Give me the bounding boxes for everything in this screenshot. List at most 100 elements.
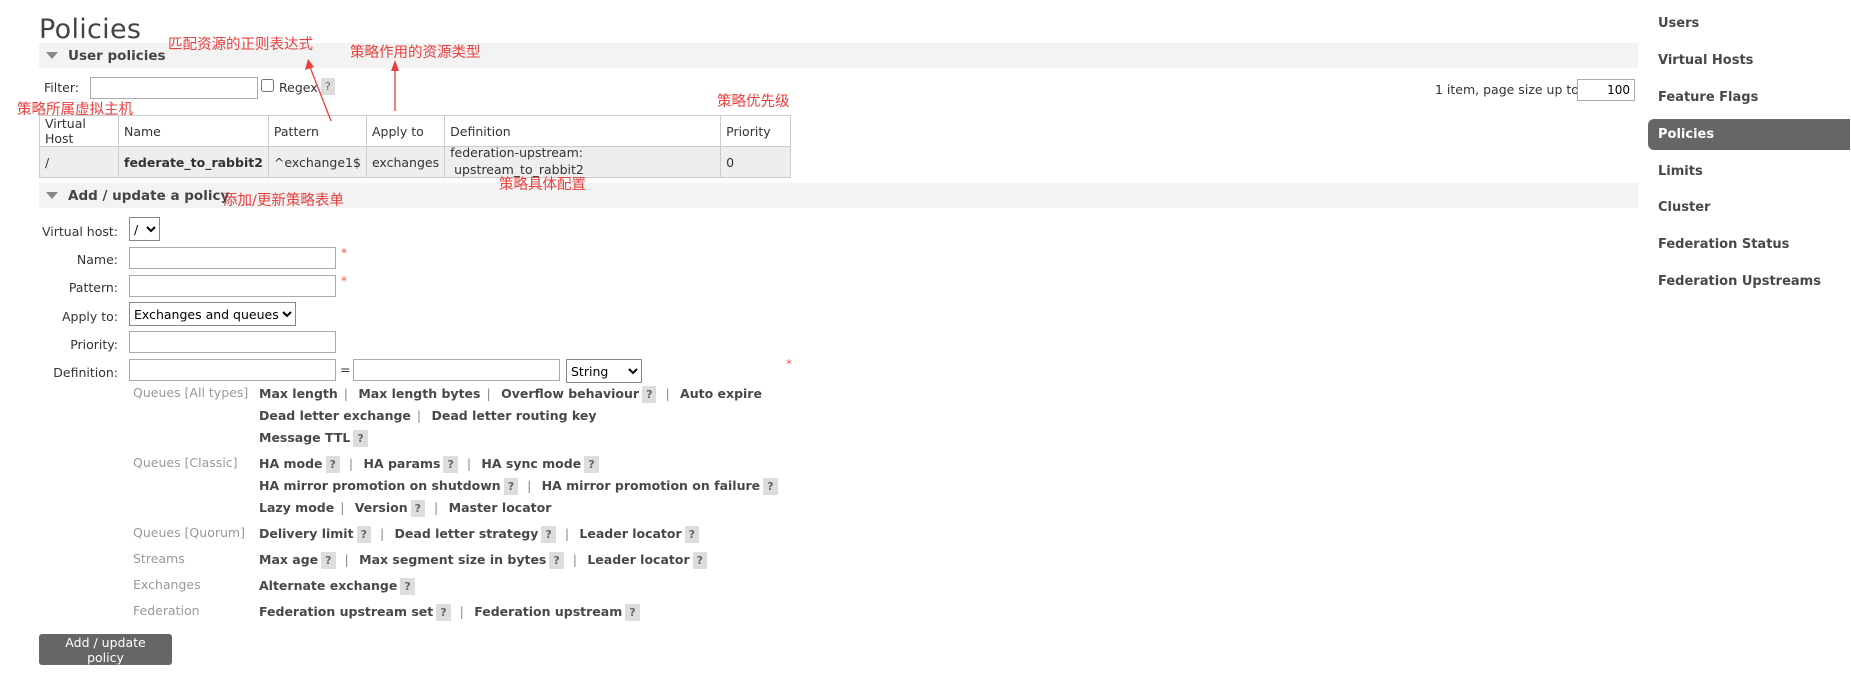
col-virtual-host: Virtual Host (39, 115, 119, 147)
help-icon[interactable]: ? (584, 456, 599, 473)
options-exchanges: Alternate exchange? (259, 578, 418, 595)
col-name: Name (118, 115, 269, 147)
options-queues-classic-line1: HA mode? | HA params? | HA sync mode? (259, 456, 602, 473)
opt-dead-letter-strategy[interactable]: Dead letter strategy (395, 526, 539, 541)
opt-max-age[interactable]: Max age (259, 552, 318, 567)
help-icon[interactable]: ? (503, 478, 519, 495)
opt-ha-mode[interactable]: HA mode (259, 456, 323, 471)
col-priority: Priority (720, 115, 792, 147)
policies-table: Virtual Host Name Pattern Apply to Defin… (39, 115, 792, 178)
opt-federation-upstream[interactable]: Federation upstream (474, 604, 622, 619)
opt-ha-mirror-shutdown[interactable]: HA mirror promotion on shutdown (259, 478, 501, 493)
nav-item-cluster[interactable]: Cluster (1648, 192, 1850, 223)
annotation-arrows (305, 59, 399, 122)
group-exchanges: Exchanges (133, 577, 201, 592)
opt-overflow-behaviour[interactable]: Overflow behaviour (501, 386, 639, 401)
options-queues-classic-line2: HA mirror promotion on shutdown? | HA mir… (259, 478, 781, 495)
help-icon[interactable]: ? (443, 456, 458, 473)
cell-apply-to: exchanges (365, 146, 446, 178)
nav-item-virtual-hosts[interactable]: Virtual Hosts (1648, 45, 1850, 76)
opt-max-length-bytes[interactable]: Max length bytes (358, 386, 480, 401)
definition-key: federation-upstream: (450, 145, 583, 160)
opt-leader-locator[interactable]: Leader locator (579, 526, 681, 541)
options-queues-all-line2: Dead letter exchange | Dead letter routin… (259, 408, 597, 423)
filter-label: Filter: (44, 80, 79, 95)
help-icon[interactable]: ? (400, 578, 415, 595)
opt-ha-params[interactable]: HA params (364, 456, 441, 471)
group-queues-classic: Queues [Classic] (133, 455, 238, 470)
add-update-policy-button[interactable]: Add / update policy (39, 634, 172, 665)
options-queues-all-line1: Max length | Max length bytes | Overflow b… (259, 386, 762, 403)
pattern-required-marker: * (341, 274, 347, 288)
help-icon[interactable]: ? (763, 478, 778, 495)
priority-input[interactable] (129, 331, 336, 353)
opt-alternate-exchange[interactable]: Alternate exchange (259, 578, 397, 593)
nav-item-users[interactable]: Users (1648, 8, 1850, 39)
col-definition: Definition (444, 115, 722, 147)
nav-item-limits[interactable]: Limits (1648, 156, 1850, 187)
definition-label: Definition: (53, 365, 118, 380)
opt-max-segment-size[interactable]: Max segment size in bytes (359, 552, 546, 567)
help-icon[interactable]: ? (625, 604, 640, 621)
help-icon[interactable]: ? (541, 526, 556, 543)
annotation-definition: 策略具体配置 (499, 177, 586, 193)
nav-item-feature-flags[interactable]: Feature Flags (1648, 82, 1850, 113)
help-icon[interactable]: ? (325, 456, 340, 473)
opt-dead-letter-exchange[interactable]: Dead letter exchange (259, 408, 411, 423)
pattern-input[interactable] (129, 275, 336, 297)
pattern-label: Pattern: (68, 280, 118, 295)
page-title: Policies (39, 14, 142, 45)
group-queues-quorum: Queues [Quorum] (133, 525, 245, 540)
annotation-form: 添加/更新策略表单 (223, 193, 344, 209)
help-icon[interactable]: ? (684, 526, 700, 543)
help-icon[interactable]: ? (321, 552, 336, 569)
help-icon[interactable]: ? (353, 430, 368, 447)
opt-stream-leader-locator[interactable]: Leader locator (587, 552, 689, 567)
opt-max-length[interactable]: Max length (259, 386, 338, 401)
name-label: Name: (76, 252, 118, 267)
definition-key-input[interactable] (129, 359, 336, 381)
group-federation: Federation (133, 603, 200, 618)
options-streams: Max age? | Max segment size in bytes? | Le… (259, 552, 710, 569)
definition-required-marker: * (786, 357, 792, 371)
name-input[interactable] (129, 247, 336, 269)
collapse-triangle-icon (46, 192, 58, 199)
priority-label: Priority: (70, 337, 118, 352)
help-icon[interactable]: ? (410, 500, 426, 517)
nav-item-federation-upstreams[interactable]: Federation Upstreams (1648, 266, 1850, 297)
annotation-regex: 匹配资源的正则表达式 (168, 37, 313, 53)
table-header-row: Virtual Host Name Pattern Apply to Defin… (39, 115, 792, 147)
opt-master-locator[interactable]: Master locator (449, 500, 552, 515)
add-policy-title: Add / update a policy (68, 187, 230, 204)
opt-version[interactable]: Version (355, 500, 408, 515)
page-size-input[interactable] (1577, 79, 1635, 101)
help-icon[interactable]: ? (642, 386, 657, 403)
opt-dead-letter-routing-key[interactable]: Dead letter routing key (431, 408, 596, 423)
opt-auto-expire[interactable]: Auto expire (680, 386, 762, 401)
filter-input[interactable] (90, 77, 258, 99)
opt-message-ttl[interactable]: Message TTL (259, 430, 350, 445)
help-icon[interactable]: ? (356, 526, 371, 543)
nav-item-federation-status[interactable]: Federation Status (1648, 229, 1850, 260)
nav-item-policies[interactable]: Policies (1648, 119, 1850, 150)
policy-name-link[interactable]: federate_to_rabbit2 (124, 155, 263, 170)
opt-lazy-mode[interactable]: Lazy mode (259, 500, 334, 515)
definition-type-select[interactable]: String (566, 359, 642, 383)
options-federation: Federation upstream set? | Federation ups… (259, 604, 643, 621)
apply-to-select[interactable]: Exchanges and queues (129, 302, 296, 326)
table-row[interactable]: / federate_to_rabbit2 ^exchange1$ exchan… (39, 145, 792, 178)
apply-to-label: Apply to: (61, 309, 118, 324)
opt-ha-sync-mode[interactable]: HA sync mode (481, 456, 581, 471)
help-icon[interactable]: ? (692, 552, 707, 569)
opt-delivery-limit[interactable]: Delivery limit (259, 526, 354, 541)
help-icon[interactable]: ? (436, 604, 451, 621)
user-policies-title: User policies (68, 47, 166, 64)
definition-value-input[interactable] (353, 359, 560, 381)
regex-checkbox[interactable] (261, 79, 274, 92)
cell-vhost: / (39, 146, 119, 178)
cell-policy-name[interactable]: federate_to_rabbit2 (118, 146, 269, 178)
virtual-host-select[interactable]: / (129, 217, 160, 241)
opt-ha-mirror-failure[interactable]: HA mirror promotion on failure (542, 478, 760, 493)
help-icon[interactable]: ? (549, 552, 564, 569)
opt-federation-upstream-set[interactable]: Federation upstream set (259, 604, 433, 619)
